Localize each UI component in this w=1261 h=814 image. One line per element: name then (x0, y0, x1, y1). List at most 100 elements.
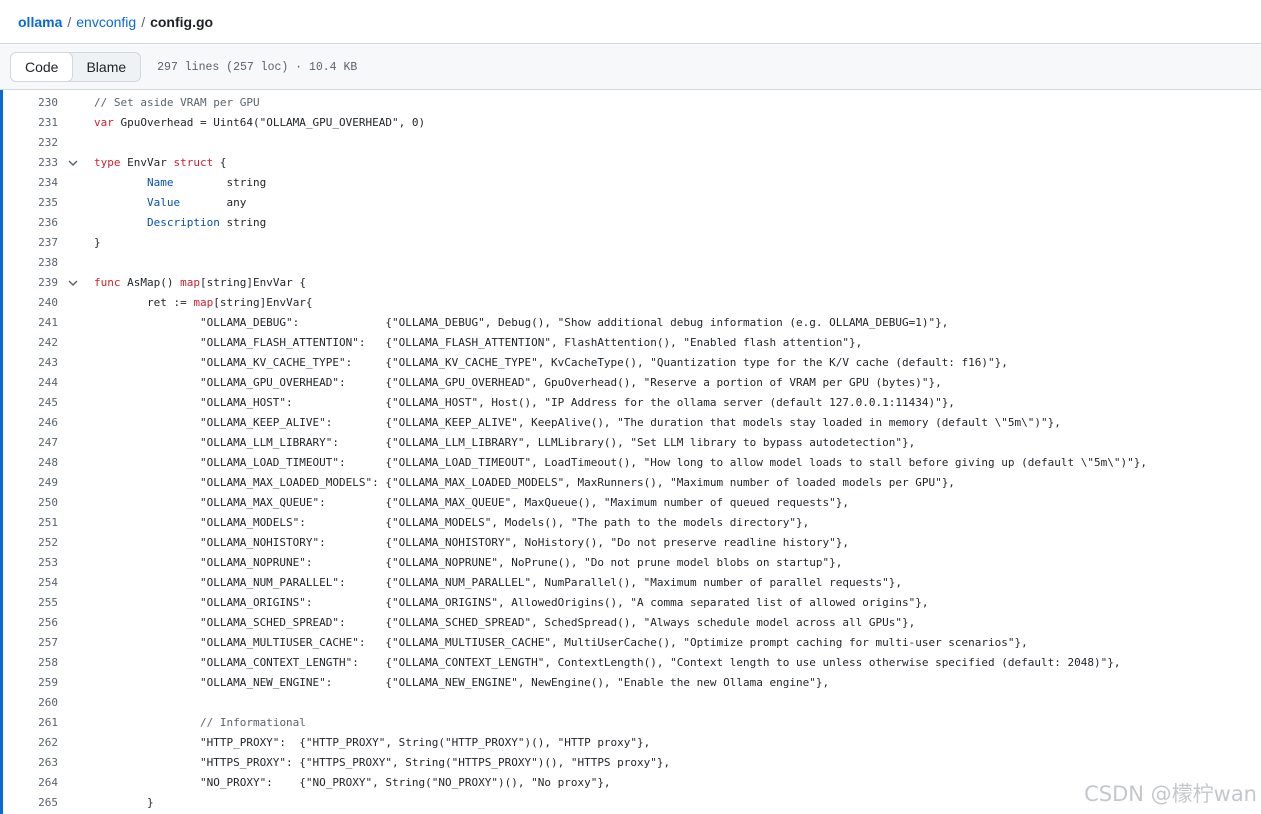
code-line: 262 "HTTP_PROXY": {"HTTP_PROXY", String(… (0, 733, 1261, 753)
code-text: "OLLAMA_NOHISTORY": {"OLLAMA_NOHISTORY",… (94, 533, 849, 553)
code-line: 241 "OLLAMA_DEBUG": {"OLLAMA_DEBUG", Deb… (0, 313, 1261, 333)
code-token: "OLLAMA_DEBUG": {"OLLAMA_DEBUG", Debug()… (94, 316, 949, 329)
breadcrumb-repo-link[interactable]: ollama (18, 14, 62, 30)
line-number[interactable]: 257 (20, 633, 58, 653)
line-number[interactable]: 245 (20, 393, 58, 413)
line-number[interactable]: 249 (20, 473, 58, 493)
code-line: 233 type EnvVar struct { (0, 153, 1261, 173)
line-number[interactable]: 252 (20, 533, 58, 553)
chevron-down-icon[interactable] (66, 153, 80, 173)
code-text: // Informational (94, 713, 306, 733)
line-number[interactable]: 251 (20, 513, 58, 533)
code-line: 236 Description string (0, 213, 1261, 233)
line-number[interactable]: 236 (20, 213, 58, 233)
code-line: 248 "OLLAMA_LOAD_TIMEOUT": {"OLLAMA_LOAD… (0, 453, 1261, 473)
code-text: "NO_PROXY": {"NO_PROXY", String("NO_PROX… (94, 773, 611, 793)
code-token: AsMap() (120, 276, 181, 289)
line-number[interactable]: 259 (20, 673, 58, 693)
code-text: "OLLAMA_FLASH_ATTENTION": {"OLLAMA_FLASH… (94, 333, 862, 353)
line-number[interactable]: 233 (20, 153, 58, 173)
line-number[interactable]: 255 (20, 593, 58, 613)
breadcrumb-separator: / (141, 13, 146, 30)
code-keyword: map (180, 276, 200, 289)
code-line: 256 "OLLAMA_SCHED_SPREAD": {"OLLAMA_SCHE… (0, 613, 1261, 633)
code-text: "HTTP_PROXY": {"HTTP_PROXY", String("HTT… (94, 733, 650, 753)
line-number[interactable]: 254 (20, 573, 58, 593)
line-number[interactable]: 263 (20, 753, 58, 773)
code-token: { (213, 156, 227, 169)
line-number[interactable]: 243 (20, 353, 58, 373)
code-text: Name string (94, 173, 266, 193)
breadcrumb-separator: / (67, 13, 72, 30)
line-number[interactable]: 256 (20, 613, 58, 633)
line-number[interactable]: 241 (20, 313, 58, 333)
line-number[interactable]: 250 (20, 493, 58, 513)
line-number[interactable]: 242 (20, 333, 58, 353)
code-line: 237} (0, 233, 1261, 253)
code-text: "OLLAMA_MAX_QUEUE": {"OLLAMA_MAX_QUEUE",… (94, 493, 849, 513)
code-token: "OLLAMA_GPU_OVERHEAD": {"OLLAMA_GPU_OVER… (94, 376, 942, 389)
code-text: "OLLAMA_LLM_LIBRARY": {"OLLAMA_LLM_LIBRA… (94, 433, 915, 453)
line-number[interactable]: 239 (20, 273, 58, 293)
code-token: "OLLAMA_MAX_LOADED_MODELS": {"OLLAMA_MAX… (94, 476, 955, 489)
line-number[interactable]: 261 (20, 713, 58, 733)
line-number[interactable]: 238 (20, 253, 58, 273)
code-token: "OLLAMA_NUM_PARALLEL": {"OLLAMA_NUM_PARA… (94, 576, 902, 589)
line-number[interactable]: 260 (20, 693, 58, 713)
code-text: // Set aside VRAM per GPU (94, 93, 260, 113)
line-number[interactable]: 235 (20, 193, 58, 213)
code-token: EnvVar (120, 156, 174, 169)
line-number[interactable]: 237 (20, 233, 58, 253)
code-line: 232 (0, 133, 1261, 153)
code-keyword: struct (173, 156, 214, 169)
code-line: 238 (0, 253, 1261, 273)
code-text: "OLLAMA_MODELS": {"OLLAMA_MODELS", Model… (94, 513, 809, 533)
line-number[interactable]: 265 (20, 793, 58, 813)
line-number[interactable]: 248 (20, 453, 58, 473)
code-text: Description string (94, 213, 266, 233)
code-token: [string]EnvVar{ (213, 296, 313, 309)
code-keyword: var (94, 116, 114, 129)
code-token: "OLLAMA_KEEP_ALIVE": {"OLLAMA_KEEP_ALIVE… (94, 416, 1061, 429)
code-field: Value (146, 196, 181, 209)
code-line: 243 "OLLAMA_KV_CACHE_TYPE": {"OLLAMA_KV_… (0, 353, 1261, 373)
view-mode-toggle: Code Blame (10, 52, 142, 82)
line-number[interactable]: 264 (20, 773, 58, 793)
code-token: "OLLAMA_FLASH_ATTENTION": {"OLLAMA_FLASH… (94, 336, 863, 349)
blame-view-button[interactable]: Blame (72, 53, 140, 81)
code-token: "HTTPS_PROXY": {"HTTPS_PROXY", String("H… (94, 756, 671, 769)
code-line: 242 "OLLAMA_FLASH_ATTENTION": {"OLLAMA_F… (0, 333, 1261, 353)
line-number[interactable]: 258 (20, 653, 58, 673)
chevron-down-icon[interactable] (66, 273, 80, 293)
code-line: 231 var GpuOverhead = Uint64("OLLAMA_GPU_… (0, 113, 1261, 133)
line-number[interactable]: 234 (20, 173, 58, 193)
code-line: 247 "OLLAMA_LLM_LIBRARY": {"OLLAMA_LLM_L… (0, 433, 1261, 453)
code-line: 234 Name string (0, 173, 1261, 193)
code-text: "OLLAMA_CONTEXT_LENGTH": {"OLLAMA_CONTEX… (94, 653, 1121, 673)
code-text: "OLLAMA_ORIGINS": {"OLLAMA_ORIGINS", All… (94, 593, 929, 613)
code-token: "OLLAMA_NOPRUNE": {"OLLAMA_NOPRUNE", NoP… (94, 556, 843, 569)
line-number[interactable]: 247 (20, 433, 58, 453)
code-line: 239 func AsMap() map[string]EnvVar { (0, 273, 1261, 293)
code-line: 263 "HTTPS_PROXY": {"HTTPS_PROXY", Strin… (0, 753, 1261, 773)
line-number[interactable]: 230 (20, 93, 58, 113)
line-number[interactable]: 244 (20, 373, 58, 393)
code-line: 257 "OLLAMA_MULTIUSER_CACHE": {"OLLAMA_M… (0, 633, 1261, 653)
code-line: 254 "OLLAMA_NUM_PARALLEL": {"OLLAMA_NUM_… (0, 573, 1261, 593)
line-number[interactable]: 262 (20, 733, 58, 753)
code-line: 249 "OLLAMA_MAX_LOADED_MODELS": {"OLLAMA… (0, 473, 1261, 493)
line-number[interactable]: 246 (20, 413, 58, 433)
code-text: "OLLAMA_NEW_ENGINE": {"OLLAMA_NEW_ENGINE… (94, 673, 829, 693)
line-number[interactable]: 231 (20, 113, 58, 133)
line-number[interactable]: 232 (20, 133, 58, 153)
code-view-button[interactable]: Code (10, 52, 74, 82)
code-token: "OLLAMA_ORIGINS": {"OLLAMA_ORIGINS", All… (94, 596, 929, 609)
code-token: } (94, 796, 154, 809)
line-number[interactable]: 253 (20, 553, 58, 573)
code-line: 240 ret := map[string]EnvVar{ (0, 293, 1261, 313)
code-token: GpuOverhead = Uint64("OLLAMA_GPU_OVERHEA… (113, 116, 426, 129)
breadcrumb-folder-link[interactable]: envconfig (76, 14, 136, 30)
line-number[interactable]: 240 (20, 293, 58, 313)
